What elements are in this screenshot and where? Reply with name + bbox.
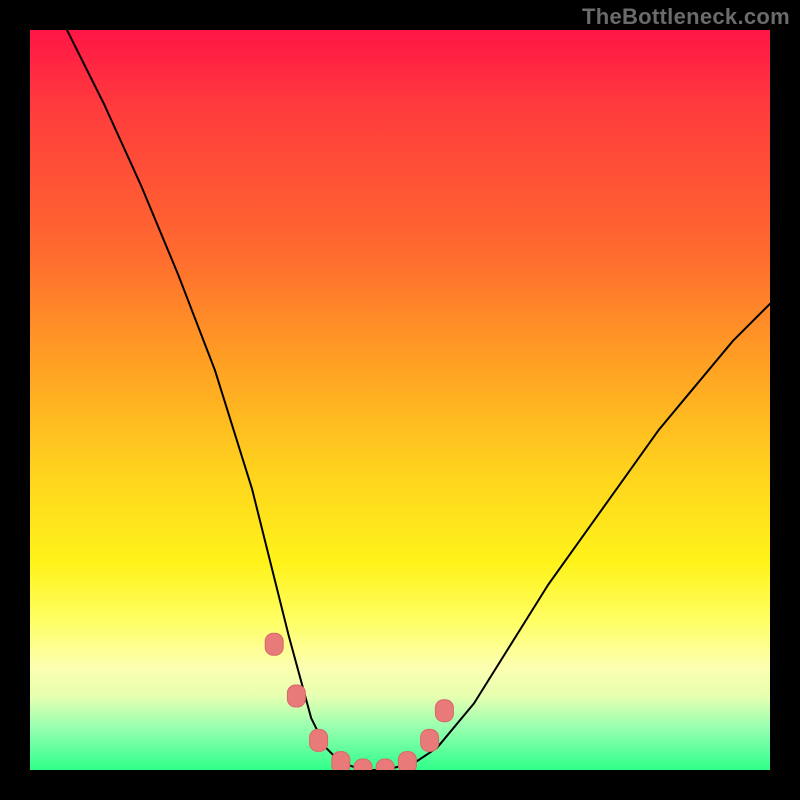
- highlight-marker: [287, 685, 305, 707]
- highlight-marker: [332, 752, 350, 770]
- chart-svg: [30, 30, 770, 770]
- highlight-marker: [421, 729, 439, 751]
- chart-frame: TheBottleneck.com: [0, 0, 800, 800]
- bottleneck-curve: [67, 30, 770, 770]
- highlight-marker: [265, 633, 283, 655]
- highlight-marker: [435, 700, 453, 722]
- highlight-marker: [398, 752, 416, 770]
- watermark-label: TheBottleneck.com: [582, 4, 790, 30]
- highlight-marker: [310, 729, 328, 751]
- chart-plot-area: [30, 30, 770, 770]
- highlight-marker: [376, 759, 394, 770]
- highlight-marker: [354, 759, 372, 770]
